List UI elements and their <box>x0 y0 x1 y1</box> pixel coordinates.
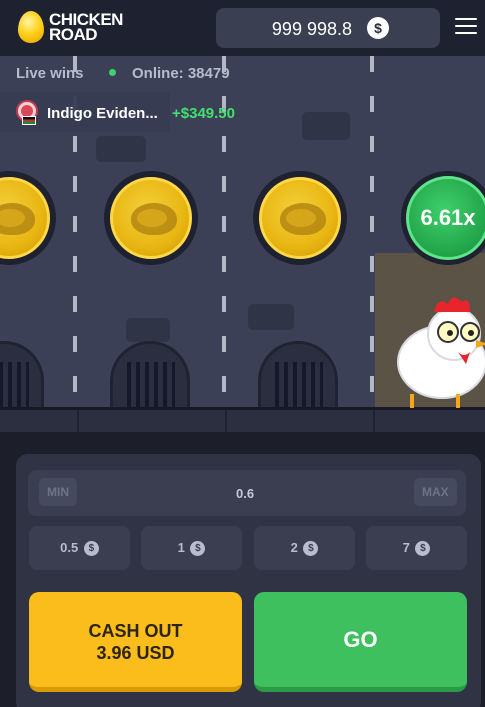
dollar-icon: $ <box>83 541 99 556</box>
dollar-icon: $ <box>303 541 319 556</box>
quick-bet-button[interactable]: 1 $ <box>141 526 242 570</box>
min-bet-button[interactable]: MIN <box>39 478 77 506</box>
cash-out-amount: 3.96 USD <box>96 643 175 663</box>
quick-bet-button[interactable]: 0.5 $ <box>29 526 130 570</box>
lane-divider <box>370 56 374 416</box>
balance-value: 999 998.8 <box>271 19 352 39</box>
egg-icon <box>18 11 44 43</box>
logo-text: CHICKEN ROAD <box>49 11 123 44</box>
logo-line-2: ROAD <box>49 25 98 44</box>
quick-bet-value: 1 <box>177 540 185 555</box>
cash-out-button[interactable]: CASH OUT 3.96 USD <box>29 592 242 692</box>
online-count: Online: 38479 <box>132 65 230 82</box>
lane-coin <box>0 171 56 265</box>
roast-chicken-icon <box>280 203 326 235</box>
roast-chicken-icon <box>131 203 177 235</box>
go-button[interactable]: GO <box>254 592 467 692</box>
cash-out-label: CASH OUT <box>88 621 183 641</box>
dollar-icon: $ <box>367 17 389 39</box>
quick-bet-button[interactable]: 2 $ <box>254 526 355 570</box>
multiplier-value: 6.61x <box>406 176 485 260</box>
bet-amount-value[interactable]: 0.6 <box>236 486 254 501</box>
live-wins-label: Live wins <box>16 65 84 82</box>
game-logo: CHICKEN ROAD <box>18 11 123 43</box>
top-bar: CHICKEN ROAD 999 998.8 $ <box>0 0 485 56</box>
win-amount: +$349.50 <box>172 105 235 122</box>
dollar-icon: $ <box>415 541 431 556</box>
lane-coin[interactable] <box>253 171 347 265</box>
kenya-flag-icon <box>22 116 36 125</box>
winner-name: Indigo Eviden... <box>47 105 158 122</box>
quick-bet-value: 0.5 <box>60 540 79 555</box>
max-bet-button[interactable]: MAX <box>414 478 457 506</box>
online-dot-icon <box>109 69 116 76</box>
chicken-character <box>397 297 485 408</box>
quick-bet-button[interactable]: 7 $ <box>366 526 467 570</box>
quick-bet-value: 2 <box>290 540 298 555</box>
roast-chicken-icon <box>0 203 35 235</box>
current-multiplier: 6.61x <box>401 171 485 265</box>
balance-display[interactable]: 999 998.8 $ <box>216 8 440 48</box>
road-curb <box>0 407 485 432</box>
quick-bet-value: 7 <box>402 540 410 555</box>
dollar-icon: $ <box>190 541 206 556</box>
lane-coin[interactable] <box>104 171 198 265</box>
hamburger-menu-icon[interactable] <box>455 18 477 36</box>
